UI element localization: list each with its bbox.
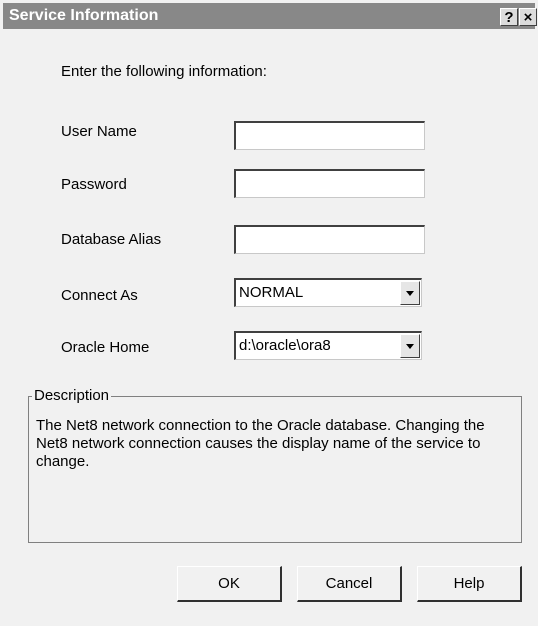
intro-text: Enter the following information: [61, 63, 267, 80]
description-group-label: Description [32, 387, 112, 405]
password-label: Password [61, 176, 127, 193]
window-title: Service Information [9, 7, 159, 24]
oracle-home-select[interactable]: d:\oracle\ora8 [234, 331, 422, 360]
description-text: The Net8 network connection to the Oracl… [36, 417, 485, 470]
user-name-label: User Name [61, 123, 137, 140]
user-name-field[interactable] [234, 121, 425, 150]
chevron-down-icon [406, 344, 414, 349]
connect-as-label: Connect As [61, 287, 138, 304]
close-icon: × [523, 9, 533, 26]
connect-as-value: NORMAL [239, 284, 304, 301]
database-alias-label: Database Alias [61, 231, 162, 248]
service-information-dialog: Service Information ? × Enter the follow… [0, 0, 538, 626]
cancel-button[interactable]: Cancel [297, 566, 402, 602]
connect-as-dropdown-button[interactable] [400, 281, 420, 305]
oracle-home-value: d:\oracle\ora8 [239, 337, 331, 354]
help-button[interactable]: Help [417, 566, 522, 602]
context-help-button[interactable]: ? [500, 8, 518, 26]
oracle-home-label: Oracle Home [61, 339, 150, 356]
database-alias-field[interactable] [234, 225, 425, 254]
password-field[interactable] [234, 169, 425, 198]
connect-as-select[interactable]: NORMAL [234, 278, 422, 307]
question-mark-icon: ? [504, 9, 514, 26]
close-button[interactable]: × [519, 8, 537, 26]
oracle-home-dropdown-button[interactable] [400, 334, 420, 358]
chevron-down-icon [406, 291, 414, 296]
title-bar[interactable]: Service Information ? × [3, 3, 537, 29]
ok-button[interactable]: OK [177, 566, 282, 602]
